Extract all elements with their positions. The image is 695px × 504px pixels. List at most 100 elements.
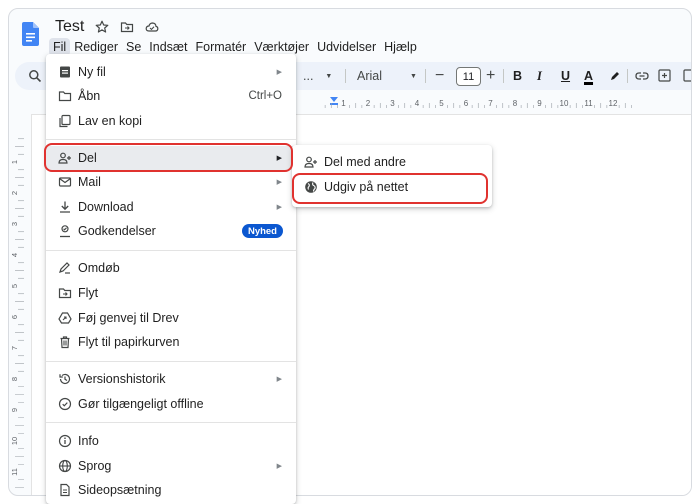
image-insert-icon[interactable]	[683, 69, 692, 82]
folder-icon	[58, 91, 72, 102]
menu-item-del[interactable]: Del ▶	[46, 146, 296, 170]
submenu-item-del-med-andre[interactable]: Del med andre	[292, 150, 492, 174]
ruler-label: 6	[10, 315, 19, 319]
move-folder-icon	[58, 288, 72, 299]
font-name-value: Arial	[357, 69, 383, 83]
document-title[interactable]: Test	[55, 18, 84, 36]
ruler-label: 1	[341, 99, 346, 108]
ruler-label: 8	[513, 99, 518, 108]
increase-font-size-button[interactable]: +	[486, 62, 495, 90]
menu-item-lav-en-kopi[interactable]: Lav en kopi	[46, 109, 296, 133]
menu-item-versionshistorik[interactable]: Versionshistorik ▶	[46, 367, 296, 391]
menu-divider	[46, 250, 296, 251]
submenu-arrow-icon: ▶	[276, 463, 282, 470]
ruler-label: 9	[10, 408, 19, 412]
ruler-label: 3	[10, 222, 19, 226]
search-menus-icon[interactable]	[28, 69, 42, 83]
shortcut-label: Ctrl+O	[248, 90, 282, 102]
trash-icon	[60, 336, 70, 349]
menu-hjaelp[interactable]: Hjælp	[380, 38, 421, 56]
bold-button[interactable]: B	[513, 62, 522, 90]
submenu-item-udgiv-paa-nettet[interactable]: Udgiv på nettet	[292, 175, 492, 199]
ruler-label: 4	[10, 253, 19, 257]
paragraph-style-select[interactable]: ... ▼	[303, 62, 332, 90]
menu-udvidelser[interactable]: Udvidelser	[313, 38, 380, 56]
history-icon	[59, 373, 71, 385]
menu-item-label: Sprog	[78, 459, 112, 473]
menu-item-label: Flyt til papirkurven	[78, 335, 180, 349]
ruler-label: 7	[10, 346, 19, 350]
cloud-status-icon[interactable]	[145, 20, 159, 34]
font-select[interactable]: Arial ▼	[357, 62, 417, 90]
menu-item-aabn[interactable]: Åbn Ctrl+O	[46, 84, 296, 108]
copy-icon	[59, 114, 71, 128]
ruler-label: 6	[464, 99, 469, 108]
ruler-label: 3	[390, 99, 395, 108]
menu-item-download[interactable]: Download ▶	[46, 195, 296, 219]
info-icon	[58, 434, 72, 448]
share-person-icon	[304, 156, 317, 168]
menu-item-info[interactable]: Info	[46, 429, 296, 453]
menu-item-label: Føj genvej til Drev	[78, 311, 179, 325]
mail-icon	[58, 177, 72, 187]
menu-item-label: Udgiv på nettet	[324, 180, 409, 194]
horizontal-ruler[interactable]: 1 2 3 4 5 6 7 8 9 10 11 12	[305, 93, 691, 110]
menu-item-foej-genvej[interactable]: Føj genvej til Drev	[46, 306, 296, 330]
web-globe-icon	[305, 181, 317, 193]
ruler-label: 7	[488, 99, 493, 108]
menu-item-godkendelser[interactable]: Godkendelser Nyhed	[46, 219, 296, 243]
menu-item-flyt-til-papirkurven[interactable]: Flyt til papirkurven	[46, 330, 296, 354]
menu-item-sprog[interactable]: Sprog ▶	[46, 454, 296, 478]
menu-item-label: Ny fil	[78, 65, 106, 79]
link-icon[interactable]	[635, 70, 649, 82]
ruler-label: 1	[10, 160, 19, 164]
decrease-font-size-button[interactable]: −	[435, 62, 444, 90]
menu-item-omdoeb[interactable]: Omdøb	[46, 256, 296, 280]
menu-item-sideopsaetning[interactable]: Sideopsætning	[46, 478, 296, 502]
chevron-down-icon: ▼	[325, 72, 333, 80]
menu-item-label: Lav en kopi	[78, 114, 142, 128]
ruler-label: 9	[537, 99, 542, 108]
menu-item-label: Info	[78, 434, 99, 448]
download-icon	[60, 201, 70, 213]
menu-item-label: Versionshistorik	[78, 372, 166, 386]
vertical-ruler[interactable]: 1 2 3 4 5 6 7 8 9 10 11	[9, 121, 26, 496]
menu-item-label: Åbn	[78, 89, 101, 103]
ruler-label: 11	[10, 468, 19, 476]
new-badge: Nyhed	[241, 224, 283, 238]
menu-item-ny-fil[interactable]: Ny fil ▶	[46, 60, 296, 84]
star-icon[interactable]	[95, 20, 109, 34]
menu-item-label: Gør tilgængeligt offline	[78, 397, 204, 411]
submenu-arrow-icon: ▶	[276, 204, 282, 211]
page-setup-icon	[60, 483, 70, 497]
menu-item-label: Del	[78, 151, 97, 165]
ruler-label: 8	[10, 377, 19, 381]
highlight-pen-icon[interactable]	[609, 70, 621, 82]
underline-button[interactable]: U	[561, 62, 570, 90]
move-folder-icon[interactable]	[120, 20, 134, 34]
offline-icon	[58, 397, 72, 411]
toolbar-divider	[345, 69, 346, 83]
menu-divider	[46, 422, 296, 423]
italic-button[interactable]: I	[537, 62, 542, 90]
approvals-icon	[60, 225, 70, 238]
chevron-down-icon: ▼	[410, 72, 417, 80]
menu-item-mail[interactable]: Mail ▶	[46, 170, 296, 194]
menu-item-label: Godkendelser	[78, 224, 156, 238]
ruler-label: 2	[366, 99, 371, 108]
menu-item-goer-tilgaengeligt-offline[interactable]: Gør tilgængeligt offline	[46, 392, 296, 416]
text-color-button[interactable]: A	[584, 62, 593, 90]
menu-item-label: Flyt	[78, 286, 99, 300]
ruler-label: 10	[10, 437, 19, 445]
docs-logo-icon[interactable]	[22, 22, 39, 46]
submenu-arrow-icon: ▶	[276, 155, 282, 162]
fil-menu: Ny fil ▶ Åbn Ctrl+O Lav en kopi Del ▶ Ma…	[46, 54, 296, 504]
new-doc-icon	[60, 66, 70, 78]
rename-icon	[59, 262, 70, 274]
menu-divider	[46, 361, 296, 362]
menu-item-label: Omdøb	[78, 261, 120, 275]
font-size-input[interactable]: 11	[456, 67, 481, 86]
ruler-label: 12	[609, 99, 618, 108]
comment-add-icon[interactable]	[658, 69, 671, 82]
menu-item-flyt[interactable]: Flyt	[46, 281, 296, 305]
